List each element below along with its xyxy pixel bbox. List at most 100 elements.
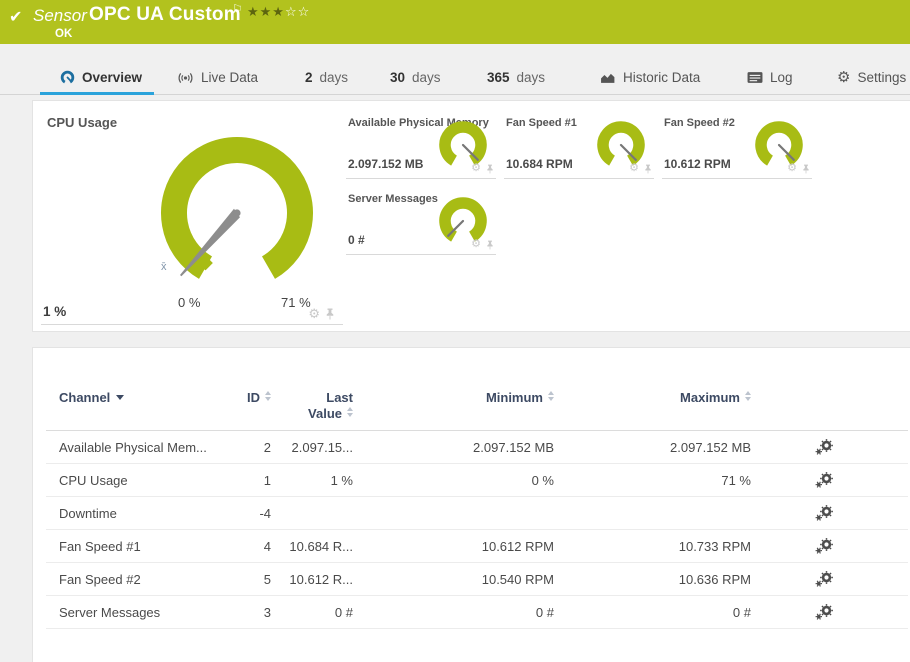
channel-name: Downtime	[59, 505, 117, 521]
tab-label: Overview	[82, 70, 143, 85]
gear-icon[interactable]: ⚙	[787, 163, 797, 174]
tab-label: Historic Data	[623, 70, 701, 85]
channel-id: 3	[263, 604, 271, 620]
tab-log[interactable]: Log	[747, 70, 793, 85]
stars-empty: ☆☆	[284, 4, 311, 19]
gear-icon[interactable]: ⚙	[308, 307, 320, 320]
channels-panel: Channel ID Last Value Minimum Maximum Ava…	[32, 347, 910, 662]
channel-settings-gears-icon[interactable]	[815, 472, 834, 488]
gauge-max-label: 71 %	[281, 295, 311, 310]
channel-settings-gears-icon[interactable]	[815, 505, 834, 521]
cpu-gauge	[161, 137, 313, 279]
gauge-min-label: 0 %	[178, 295, 201, 310]
minimum-value: 2.097.152 MB	[473, 439, 554, 455]
gauge-tools: ⚙	[308, 307, 335, 320]
channel-id: 4	[263, 538, 271, 554]
column-header-maximum[interactable]: Maximum	[554, 386, 751, 405]
tab-live-data[interactable]: Live Data	[177, 70, 258, 85]
pin-icon[interactable]	[486, 240, 494, 250]
table-row-fan-speed-2[interactable]: Fan Speed #2 5 10.612 R... 10.540 RPM 10…	[46, 563, 908, 596]
minimum-value: 10.540 RPM	[481, 571, 554, 587]
tab-2-days[interactable]: 2 days	[305, 70, 348, 85]
table-row-fan-speed-1[interactable]: Fan Speed #1 4 10.684 R... 10.612 RPM 10…	[46, 530, 908, 563]
sort-icon	[347, 407, 353, 417]
gauge-current-value: 10.612 RPM	[664, 157, 731, 171]
last-value: 0 #	[334, 604, 353, 620]
gear-icon: ⚙	[837, 69, 851, 86]
column-label: ID	[247, 390, 260, 405]
channel-id: 1	[263, 472, 271, 488]
gauge-tools: ⚙	[629, 163, 652, 174]
column-header-channel[interactable]: Channel	[46, 386, 233, 405]
last-value: 10.612 R...	[289, 571, 353, 587]
mini-gauge-server-messages: Server Messages 0 # ⚙	[346, 189, 496, 255]
channel-settings-gears-icon[interactable]	[815, 571, 834, 587]
maximum-value: 10.733 RPM	[678, 538, 751, 554]
gauge-icon	[60, 70, 75, 84]
tab-number: 2	[305, 70, 313, 85]
maximum-value: 71 %	[721, 472, 751, 488]
table-row-cpu-usage[interactable]: CPU Usage 1 1 % 0 % 71 %	[46, 464, 908, 497]
column-label: Channel	[59, 390, 111, 405]
area-chart-icon	[601, 73, 615, 83]
tab-label: Log	[770, 70, 793, 85]
broadcast-icon	[178, 72, 193, 83]
last-value: 1 %	[330, 472, 353, 488]
gauges-panel: CPU Usage x̄ 0 % 71 % 1 % ⚙ Available Ph…	[32, 100, 910, 332]
gauge-current-value: 2.097.152 MB	[348, 157, 424, 171]
column-header-last-value[interactable]: Last Value	[271, 386, 353, 422]
channel-settings-gears-icon[interactable]	[815, 538, 834, 554]
gauge-current-value: 1 %	[43, 304, 67, 319]
tab-365-days[interactable]: 365 days	[487, 70, 545, 85]
tab-settings[interactable]: ⚙ Settings	[837, 70, 906, 85]
gauge-tools: ⚙	[471, 239, 494, 250]
gear-icon[interactable]: ⚙	[471, 239, 481, 250]
tab-label: days	[516, 70, 546, 85]
stars-filled: ★★★	[247, 4, 285, 19]
channel-settings-gears-icon[interactable]	[815, 604, 834, 620]
tab-label: Live Data	[201, 70, 259, 85]
tab-overview[interactable]: Overview	[60, 70, 142, 85]
sort-desc-icon	[116, 395, 125, 400]
column-header-actions	[751, 386, 897, 390]
pin-icon[interactable]	[325, 308, 335, 320]
mini-gauge-fan1: Fan Speed #1 10.684 RPM ⚙	[504, 113, 654, 179]
column-label: Minimum	[485, 390, 543, 405]
table-header: Channel ID Last Value Minimum Maximum	[46, 386, 908, 431]
pin-icon[interactable]	[802, 164, 810, 174]
channel-name: Server Messages	[59, 604, 161, 620]
channel-id: 2	[263, 439, 271, 455]
column-label: Last	[326, 390, 353, 405]
flag-icon[interactable]: ⚐	[232, 2, 243, 16]
table-row-available-physical-memory[interactable]: Available Physical Mem... 2 2.097.15... …	[46, 431, 908, 464]
gauge-title: CPU Usage	[47, 115, 118, 130]
channel-settings-gears-icon[interactable]	[815, 439, 834, 455]
table-row-downtime[interactable]: Downtime -4	[46, 497, 908, 530]
gauge-current-value: 10.684 RPM	[506, 157, 573, 171]
sensor-status-badge: OK	[55, 28, 73, 40]
gear-icon[interactable]: ⚙	[629, 163, 639, 174]
pin-icon[interactable]	[644, 164, 652, 174]
active-tab-underline	[40, 92, 154, 95]
gear-icon[interactable]: ⚙	[471, 163, 481, 174]
gauge-tools: ⚙	[787, 163, 810, 174]
table-row-server-messages[interactable]: Server Messages 3 0 # 0 # 0 #	[46, 596, 908, 629]
maximum-value: 10.636 RPM	[678, 571, 751, 587]
column-header-id[interactable]: ID	[233, 386, 271, 405]
maximum-value: 2.097.152 MB	[670, 439, 751, 455]
log-list-icon	[747, 72, 763, 83]
channel-id: -4	[259, 505, 271, 521]
column-header-minimum[interactable]: Minimum	[353, 386, 554, 405]
tab-bar: Overview Live Data 2 days 30 days 365 da…	[0, 44, 910, 95]
gauge-title: Fan Speed #1	[506, 117, 577, 129]
priority-stars[interactable]: ★★★☆☆	[247, 4, 310, 20]
gauge-title: Server Messages	[348, 193, 438, 205]
gauge-current-value: 0 #	[348, 233, 365, 247]
tab-30-days[interactable]: 30 days	[390, 70, 441, 85]
pin-icon[interactable]	[486, 164, 494, 174]
tab-label: days	[412, 70, 441, 85]
mini-gauge-fan2: Fan Speed #2 10.612 RPM ⚙	[662, 113, 812, 179]
tab-number: 30	[390, 70, 406, 85]
sensor-header: ✔ Sensor OPC UA Custom ⚐ ★★★☆☆ OK	[0, 0, 910, 44]
tab-historic-data[interactable]: Historic Data	[600, 70, 700, 85]
